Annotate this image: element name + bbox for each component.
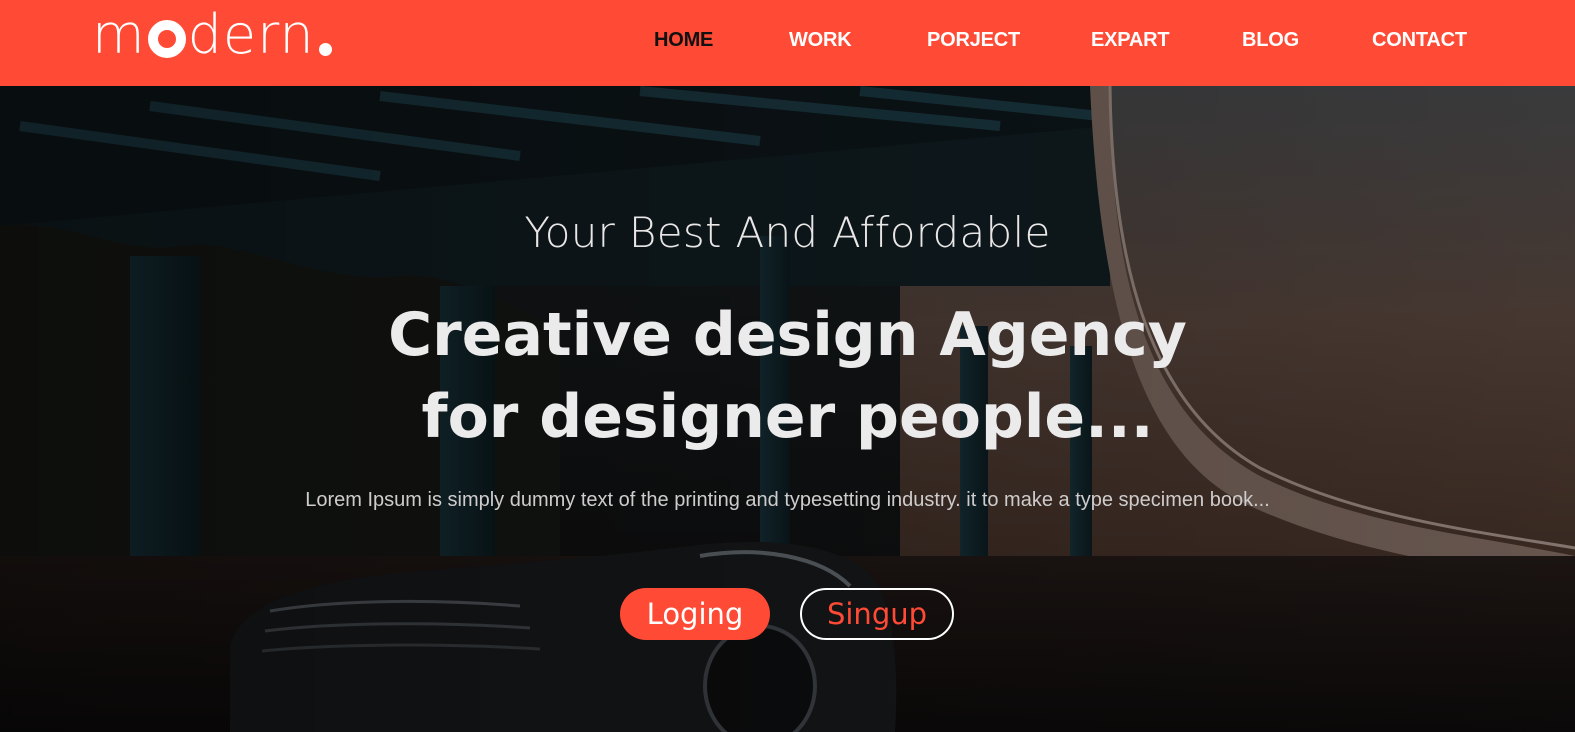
- login-button[interactable]: Loging: [620, 588, 770, 640]
- nav-item-work[interactable]: WORK: [789, 29, 852, 52]
- modern-logo[interactable]: m dern: [92, 2, 332, 62]
- hero-title-line-2: for designer people...: [421, 382, 1154, 452]
- hero-title: Creative design Agency for designer peop…: [0, 294, 1575, 458]
- hero-pre-title: Your Best And Affordable: [524, 208, 1051, 257]
- logo-text-end: dern: [187, 3, 315, 66]
- signup-button[interactable]: Singup: [800, 588, 954, 640]
- top-navigation-bar: m dern HOME WORK PORJECT EXPART BLOG CONT…: [0, 0, 1575, 86]
- nav-item-porject[interactable]: PORJECT: [927, 29, 1020, 52]
- nav-item-contact[interactable]: CONTACT: [1372, 29, 1467, 52]
- hero-subtitle: Lorem Ipsum is simply dummy text of the …: [305, 489, 1270, 511]
- nav-item-home[interactable]: HOME: [654, 29, 713, 52]
- nav-item-expart[interactable]: EXPART: [1091, 29, 1170, 52]
- logo-dot-icon: [318, 43, 332, 56]
- logo-o-ring-icon: [147, 20, 186, 58]
- hero-title-line-1: Creative design Agency: [388, 300, 1187, 370]
- nav-item-blog[interactable]: BLOG: [1242, 29, 1299, 52]
- logo-text-start: m: [92, 3, 146, 66]
- hero-section: Your Best And Affordable Creative design…: [0, 86, 1575, 732]
